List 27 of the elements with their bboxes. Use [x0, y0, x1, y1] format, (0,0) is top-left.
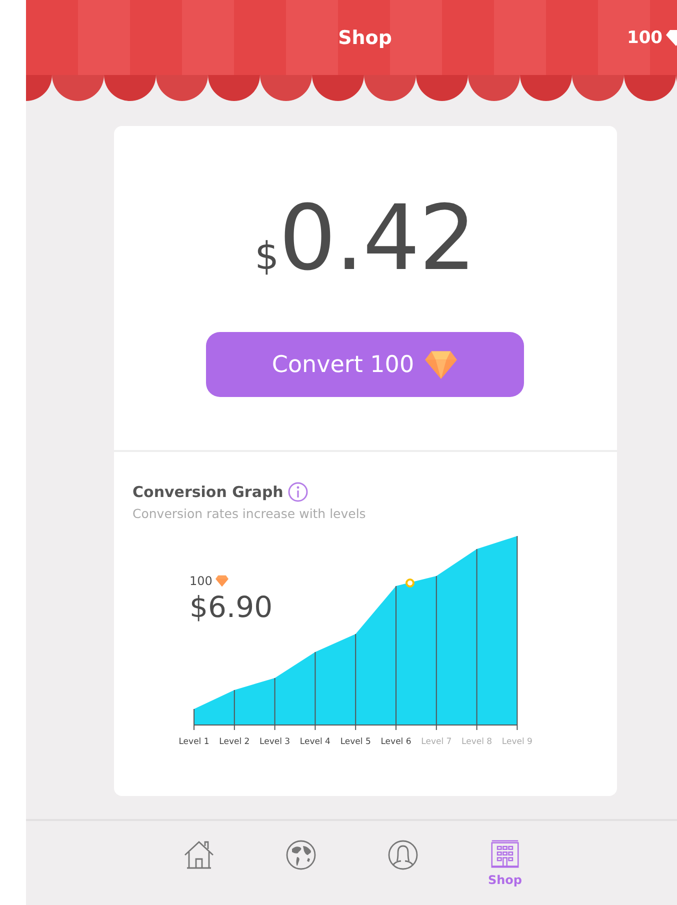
header-title: Shop	[338, 26, 392, 48]
level-label: Level 1	[178, 737, 209, 747]
gem-icon	[215, 575, 230, 587]
current-level-marker	[405, 578, 414, 588]
gem-balance: 100	[627, 28, 662, 48]
graph-title: Conversion Graph	[132, 483, 284, 501]
level-label: Level 5	[340, 737, 370, 747]
level-label: Level 8	[461, 737, 492, 747]
converted-value: $6.90	[190, 590, 273, 624]
graph-subtitle: Conversion rates increase with levels	[132, 506, 367, 521]
price-amount: 0.42	[278, 194, 476, 284]
level-label: Level 3	[259, 737, 290, 747]
person-icon	[387, 839, 419, 871]
nav-tab[interactable]: Shop	[487, 839, 523, 905]
info-icon[interactable]	[288, 482, 308, 502]
building-icon	[490, 839, 520, 869]
globe-icon	[285, 839, 317, 871]
convert-button[interactable]: Convert 100	[206, 332, 524, 397]
house-icon	[183, 839, 215, 871]
level-label: Level 7	[420, 737, 452, 747]
currency-symbol: $	[254, 234, 279, 278]
gem-icon	[424, 350, 458, 380]
gem-amount: 100	[190, 574, 212, 588]
level-label: Level 9	[501, 737, 532, 747]
level-label: Level 4	[299, 737, 330, 747]
level-label: Level 6	[380, 737, 411, 747]
level-label: Level 2	[218, 737, 250, 747]
